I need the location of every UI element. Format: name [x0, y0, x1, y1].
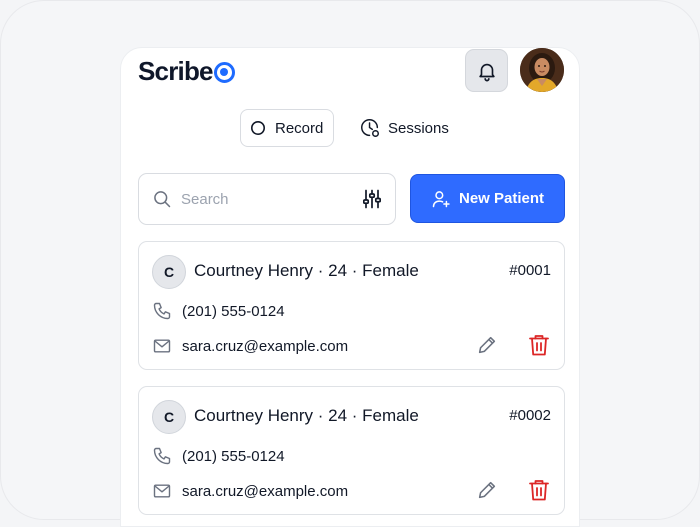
- new-patient-label: New Patient: [458, 190, 545, 207]
- patient-email-row: sara.cruz@example.com: [152, 481, 348, 501]
- tab-record-label: Record: [275, 119, 324, 137]
- user-plus-icon: [431, 189, 451, 209]
- patient-phone-row: (201) 555-0124: [152, 446, 285, 466]
- tab-sessions[interactable]: Sessions: [359, 109, 449, 147]
- patient-summary: Courtney Henry · 24 · Female: [194, 261, 419, 280]
- delete-icon[interactable]: [528, 478, 550, 502]
- patient-email: sara.cruz@example.com: [182, 482, 349, 500]
- app-screen: Scribe Record Sessions Search New Patien…: [120, 47, 580, 527]
- filter-sliders-icon[interactable]: [363, 189, 381, 209]
- patient-id: #0001: [509, 262, 551, 279]
- bell-icon: [476, 60, 498, 82]
- patient-phone: (201) 555-0124: [182, 447, 285, 465]
- patient-card[interactable]: C Courtney Henry · 24 · Female #0002 (20…: [138, 386, 565, 515]
- phone-icon: [152, 301, 172, 321]
- search-icon: [152, 189, 172, 209]
- patient-initial-avatar: C: [152, 400, 186, 434]
- mail-icon: [152, 336, 172, 356]
- patient-summary: Courtney Henry · 24 · Female: [194, 406, 419, 425]
- record-circle-icon: [250, 120, 266, 136]
- edit-icon[interactable]: [476, 334, 498, 356]
- search-input[interactable]: Search: [138, 173, 396, 225]
- patient-initial-avatar: C: [152, 255, 186, 289]
- patient-phone: (201) 555-0124: [182, 302, 285, 320]
- patient-id: #0002: [509, 407, 551, 424]
- app-logo: Scribe: [138, 55, 235, 87]
- logo-text: Scribe: [138, 55, 213, 86]
- clock-icon: [359, 117, 381, 139]
- patient-card[interactable]: C Courtney Henry · 24 · Female #0001 (20…: [138, 241, 565, 370]
- notifications-button[interactable]: [465, 49, 508, 92]
- logo-mark-icon: [213, 61, 235, 83]
- mail-icon: [152, 481, 172, 501]
- new-patient-button[interactable]: New Patient: [410, 174, 565, 223]
- patient-email: sara.cruz@example.com: [182, 337, 349, 355]
- tab-sessions-label: Sessions: [388, 119, 449, 137]
- tab-record[interactable]: Record: [240, 109, 334, 147]
- user-avatar[interactable]: [520, 48, 564, 92]
- delete-icon[interactable]: [528, 333, 550, 357]
- edit-icon[interactable]: [476, 479, 498, 501]
- patient-phone-row: (201) 555-0124: [152, 301, 285, 321]
- search-placeholder: Search: [181, 190, 229, 208]
- patient-email-row: sara.cruz@example.com: [152, 336, 348, 356]
- phone-icon: [152, 446, 172, 466]
